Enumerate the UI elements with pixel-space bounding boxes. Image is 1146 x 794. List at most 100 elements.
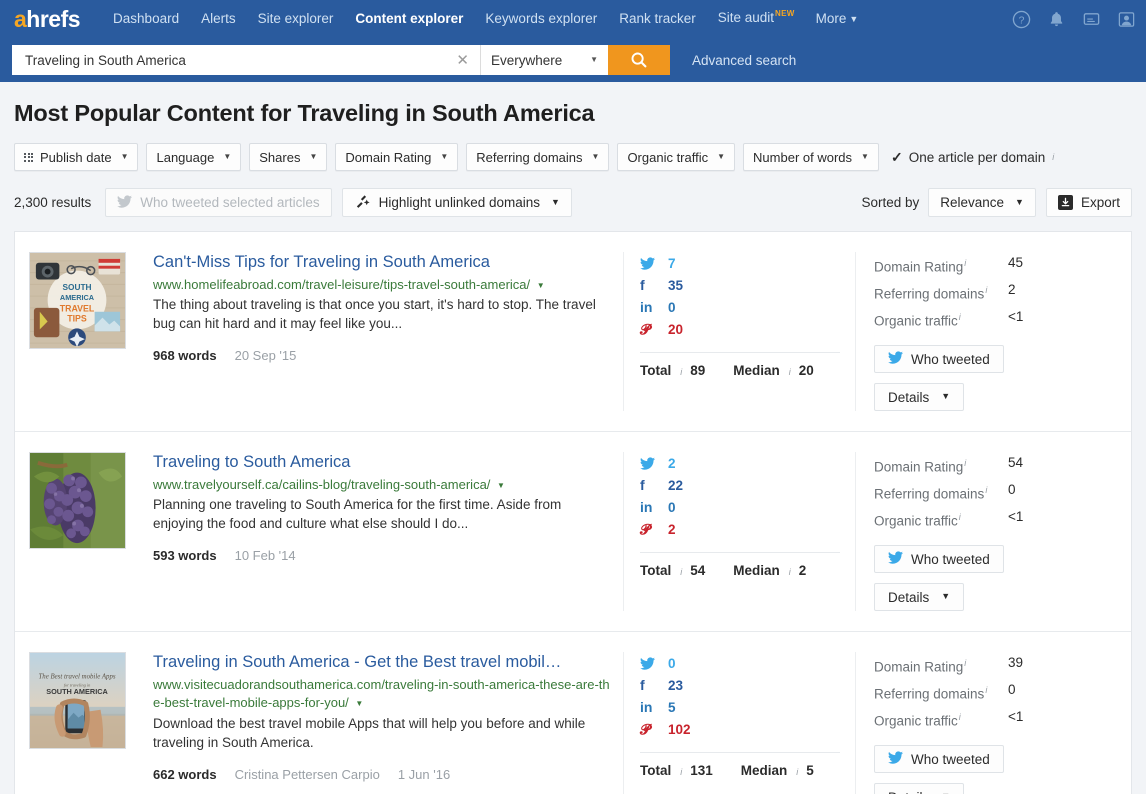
search-scope-value: Everywhere [491,53,562,68]
filter-domain-rating[interactable]: Domain Rating ▼ [335,143,458,171]
help-icon[interactable]: ? [1012,10,1031,29]
info-icon[interactable]: i [680,367,682,377]
info-icon[interactable]: i [796,767,798,777]
result-seo-metrics: Domain Ratingi 39 Referring domainsi 0 O… [855,652,1107,794]
result-url-text: www.travelyourself.ca/cailins-blog/trave… [153,477,490,492]
divider [640,752,840,753]
top-right-icons: ? [1012,0,1136,38]
bell-icon[interactable] [1047,10,1066,29]
social-row-facebook: f 35 [640,274,855,296]
filter-shares[interactable]: Shares ▼ [249,143,327,171]
referring-domains-label: Referring domains [874,287,984,302]
details-label: Details [888,390,929,405]
result-title-link[interactable]: Traveling to South America [153,452,611,473]
result-thumbnail[interactable]: SOUTH AMERICA TRAVEL TIPS [29,252,126,349]
who-tweeted-button[interactable]: Who tweeted [874,545,1004,573]
info-icon[interactable]: i [964,458,966,468]
info-icon[interactable]: i [1052,152,1054,162]
info-icon[interactable]: i [680,567,682,577]
clear-icon[interactable]: ✕ [454,53,471,68]
info-icon[interactable]: i [789,367,791,377]
chevron-down-icon[interactable]: ▼ [497,481,505,490]
who-tweeted-selected-label: Who tweeted selected articles [140,195,319,210]
advanced-search-link[interactable]: Advanced search [692,53,796,68]
svg-text:The Best travel mobile Apps: The Best travel mobile Apps [38,673,115,680]
chevron-down-icon: ▼ [223,152,231,161]
info-icon[interactable]: i [959,512,961,522]
who-tweeted-selected-button[interactable]: Who tweeted selected articles [105,188,331,217]
result-social-metrics: 7 f 35 in 0 𝓟 20 [623,252,855,411]
sorted-by-label: Sorted by [861,195,919,210]
ahrefs-logo[interactable]: ahrefs [14,8,80,31]
info-icon[interactable]: i [789,567,791,577]
nav-rank-tracker[interactable]: Rank tracker [608,0,707,38]
social-row-twitter: 7 [640,252,855,274]
highlight-unlinked-domains-button[interactable]: Highlight unlinked domains ▼ [342,188,572,217]
info-icon[interactable]: i [680,767,682,777]
info-icon[interactable]: i [959,312,961,322]
nav-alerts[interactable]: Alerts [190,0,247,38]
info-icon[interactable]: i [985,285,987,295]
metric-organic-traffic: Organic traffici <1 [874,506,1107,533]
result-thumbnail[interactable]: The Best travel mobile Apps for travelin… [29,652,126,749]
domain-rating-label: Domain Rating [874,260,963,275]
total-value: 131 [690,763,713,778]
nav-dashboard[interactable]: Dashboard [102,0,190,38]
filter-organic-traffic[interactable]: Organic traffic ▼ [617,143,735,171]
one-article-per-domain-checkbox[interactable]: ✓ One article per domain i [891,149,1054,166]
social-share-list: 7 f 35 in 0 𝓟 20 [640,252,855,340]
chevron-down-icon[interactable]: ▼ [355,699,363,708]
details-button[interactable]: Details ▼ [874,583,964,611]
details-button[interactable]: Details ▼ [874,383,964,411]
search-scope-dropdown[interactable]: Everywhere ▼ [480,45,608,75]
social-row-twitter: 2 [640,452,855,474]
metric-label: Domain Ratingi [874,652,992,679]
filter-language-label: Language [156,150,214,165]
filter-number-of-words[interactable]: Number of words ▼ [743,143,879,171]
filter-bar: Publish date ▼ Language ▼ Shares ▼ Domai… [14,143,1132,171]
result-title-link[interactable]: Can't-Miss Tips for Traveling in South A… [153,252,611,273]
export-button[interactable]: Export [1046,188,1132,217]
filter-referring-domains[interactable]: Referring domains ▼ [466,143,609,171]
social-totals: Totali 89 Mediani 20 [640,363,855,378]
facebook-icon: f [640,677,660,693]
linkedin-count: 0 [668,300,676,315]
info-icon[interactable]: i [964,258,966,268]
linkedin-count: 0 [668,500,676,515]
linkedin-icon: in [640,299,660,315]
search-button[interactable] [608,45,670,75]
messages-icon[interactable] [1082,10,1101,29]
nav-site-explorer[interactable]: Site explorer [247,0,345,38]
nav-site-audit[interactable]: Site auditNEW [707,0,805,39]
info-icon[interactable]: i [985,485,987,495]
search-input[interactable] [23,52,454,69]
result-social-metrics: 2 f 22 in 0 𝓟 2 [623,452,855,611]
divider [640,552,840,553]
facebook-count: 22 [668,478,683,493]
result-title-link[interactable]: Traveling in South America - Get the Bes… [153,652,611,673]
account-icon[interactable] [1117,10,1136,29]
nav-keywords-explorer[interactable]: Keywords explorer [474,0,608,38]
sort-dropdown[interactable]: Relevance ▼ [928,188,1036,217]
nav-content-explorer[interactable]: Content explorer [344,0,474,38]
result-thumbnail[interactable] [29,452,126,549]
pinterest-count: 2 [668,522,676,537]
chevron-down-icon[interactable]: ▼ [537,281,545,290]
info-icon[interactable]: i [959,712,961,722]
domain-rating-label: Domain Rating [874,660,963,675]
info-icon[interactable]: i [985,685,987,695]
details-button[interactable]: Details ▼ [874,783,964,794]
who-tweeted-button[interactable]: Who tweeted [874,745,1004,773]
filter-language[interactable]: Language ▼ [146,143,241,171]
result-date: 20 Sep '15 [235,348,297,363]
filter-publish-date[interactable]: Publish date ▼ [14,143,138,171]
info-icon[interactable]: i [964,658,966,668]
filter-number-of-words-label: Number of words [753,150,852,165]
nav-more[interactable]: More▼ [805,0,870,39]
referring-domains-label: Referring domains [874,687,984,702]
details-label: Details [888,590,929,605]
chevron-down-icon: ▼ [309,152,317,161]
who-tweeted-button[interactable]: Who tweeted [874,345,1004,373]
result-description: Download the best travel mobile Apps tha… [153,715,611,753]
social-totals: Totali 131 Mediani 5 [640,763,855,778]
